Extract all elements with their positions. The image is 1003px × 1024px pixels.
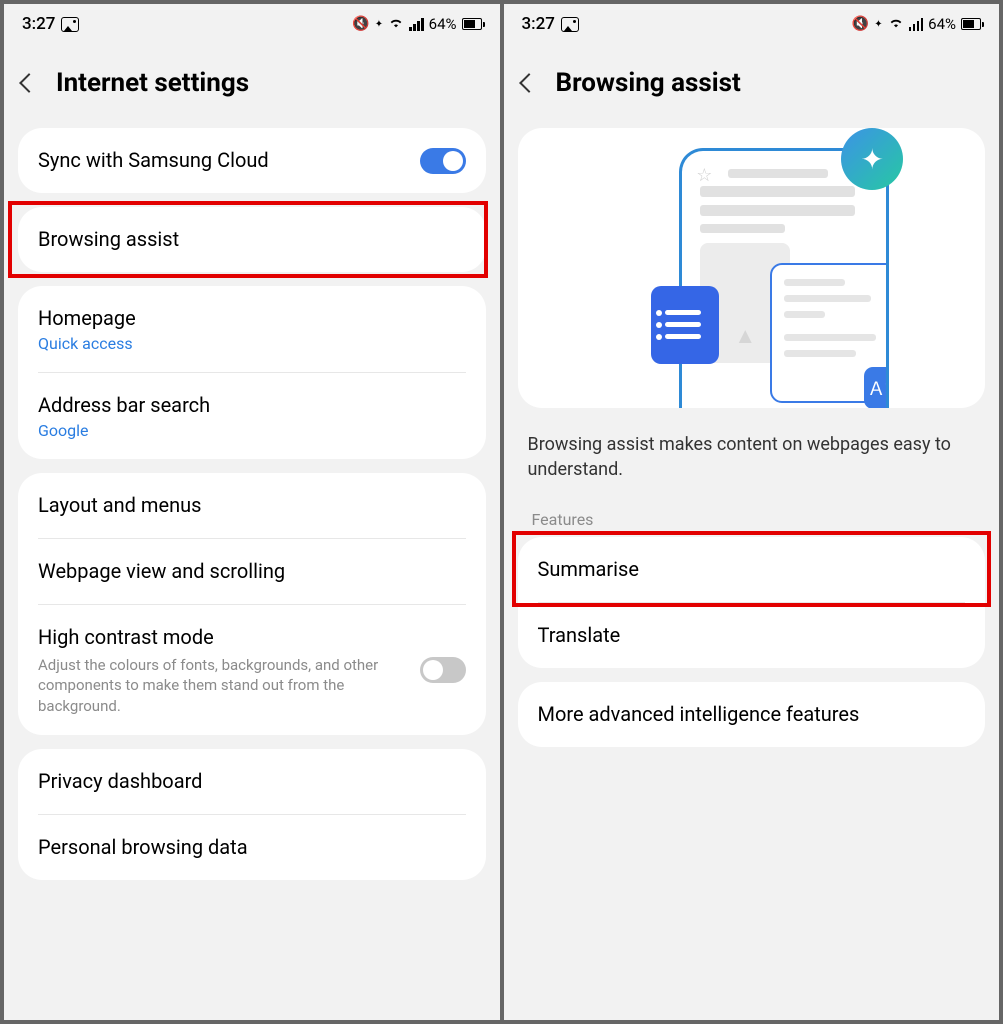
status-bar: 3:27 🔇 ✦ 64% bbox=[4, 4, 500, 44]
address-bar-value: Google bbox=[38, 421, 466, 440]
high-contrast-label: High contrast mode bbox=[38, 624, 420, 651]
card-features: Summarise Translate bbox=[518, 537, 986, 668]
header: Browsing assist bbox=[504, 44, 1000, 128]
high-contrast-toggle[interactable] bbox=[420, 657, 466, 683]
sync-toggle[interactable] bbox=[420, 148, 466, 174]
card-sync: Sync with Samsung Cloud bbox=[18, 128, 486, 193]
status-bar: 3:27 🔇 ✦ 64% bbox=[504, 4, 1000, 44]
wifi-icon bbox=[388, 14, 404, 34]
personal-label: Personal browsing data bbox=[38, 834, 466, 861]
row-layout[interactable]: Layout and menus bbox=[18, 473, 486, 538]
gallery-icon bbox=[561, 17, 579, 32]
mute-icon: 🔇 bbox=[852, 16, 869, 32]
wifi-plus-icon: ✦ bbox=[874, 19, 882, 30]
more-label: More advanced intelligence features bbox=[538, 701, 966, 728]
illust-sparkle-icon: ✦ bbox=[841, 128, 903, 190]
header: Internet settings bbox=[4, 44, 500, 128]
privacy-label: Privacy dashboard bbox=[38, 768, 466, 795]
row-privacy[interactable]: Privacy dashboard bbox=[18, 749, 486, 814]
gallery-icon bbox=[61, 17, 79, 32]
row-sync[interactable]: Sync with Samsung Cloud bbox=[18, 128, 486, 193]
status-time: 3:27 bbox=[522, 14, 555, 34]
row-translate[interactable]: Translate bbox=[518, 603, 986, 668]
card-illustration: ☆ Ａ⇄ bbox=[518, 128, 986, 408]
row-webpage-view[interactable]: Webpage view and scrolling bbox=[18, 539, 486, 604]
battery-pct: 64% bbox=[928, 15, 956, 33]
card-more: More advanced intelligence features bbox=[518, 682, 986, 747]
row-summarise[interactable]: Summarise bbox=[518, 537, 986, 602]
features-label: Features bbox=[504, 500, 1000, 537]
status-time: 3:27 bbox=[22, 14, 55, 34]
translate-label: Translate bbox=[538, 622, 966, 649]
webpage-view-label: Webpage view and scrolling bbox=[38, 558, 466, 585]
card-privacy: Privacy dashboard Personal browsing data bbox=[18, 749, 486, 880]
row-more[interactable]: More advanced intelligence features bbox=[518, 682, 986, 747]
row-homepage[interactable]: Homepage Quick access bbox=[18, 286, 486, 372]
battery-icon bbox=[462, 18, 482, 30]
battery-pct: 64% bbox=[429, 15, 457, 33]
phone-left: 3:27 🔇 ✦ 64% Internet settings Sync with… bbox=[4, 4, 500, 1020]
illustration: ☆ Ａ⇄ bbox=[518, 128, 986, 408]
description: Browsing assist makes content on webpage… bbox=[504, 422, 1000, 500]
summarise-label: Summarise bbox=[538, 556, 966, 583]
mute-icon: 🔇 bbox=[352, 16, 369, 32]
address-bar-label: Address bar search bbox=[38, 392, 466, 419]
illust-translate-icon: Ａ⇄ bbox=[864, 367, 889, 408]
row-high-contrast[interactable]: High contrast mode Adjust the colours of… bbox=[18, 605, 486, 735]
illust-doc-icon bbox=[651, 286, 719, 364]
high-contrast-desc: Adjust the colours of fonts, backgrounds… bbox=[38, 655, 408, 716]
homepage-label: Homepage bbox=[38, 305, 466, 332]
signal-icon bbox=[409, 18, 424, 31]
sync-label: Sync with Samsung Cloud bbox=[38, 147, 420, 174]
illust-star-icon: ☆ bbox=[696, 165, 712, 186]
row-personal[interactable]: Personal browsing data bbox=[18, 815, 486, 880]
layout-label: Layout and menus bbox=[38, 492, 466, 519]
card-home-address: Homepage Quick access Address bar search… bbox=[18, 286, 486, 459]
row-address-bar[interactable]: Address bar search Google bbox=[18, 373, 486, 459]
card-browsing-assist: Browsing assist bbox=[18, 207, 486, 272]
card-layout: Layout and menus Webpage view and scroll… bbox=[18, 473, 486, 735]
row-browsing-assist[interactable]: Browsing assist bbox=[18, 207, 486, 272]
wifi-plus-icon: ✦ bbox=[375, 19, 383, 30]
phone-right: 3:27 🔇 ✦ 64% Browsing assist ☆ bbox=[504, 4, 1000, 1020]
signal-icon bbox=[909, 18, 924, 31]
browsing-assist-label: Browsing assist bbox=[38, 226, 466, 253]
battery-icon bbox=[961, 18, 981, 30]
illust-summary-panel-icon: Ａ⇄ bbox=[770, 263, 889, 403]
homepage-value: Quick access bbox=[38, 334, 466, 353]
page-title: Internet settings bbox=[56, 68, 249, 98]
back-button[interactable] bbox=[519, 73, 539, 93]
back-button[interactable] bbox=[19, 73, 39, 93]
wifi-icon bbox=[888, 14, 904, 34]
page-title: Browsing assist bbox=[556, 68, 741, 98]
